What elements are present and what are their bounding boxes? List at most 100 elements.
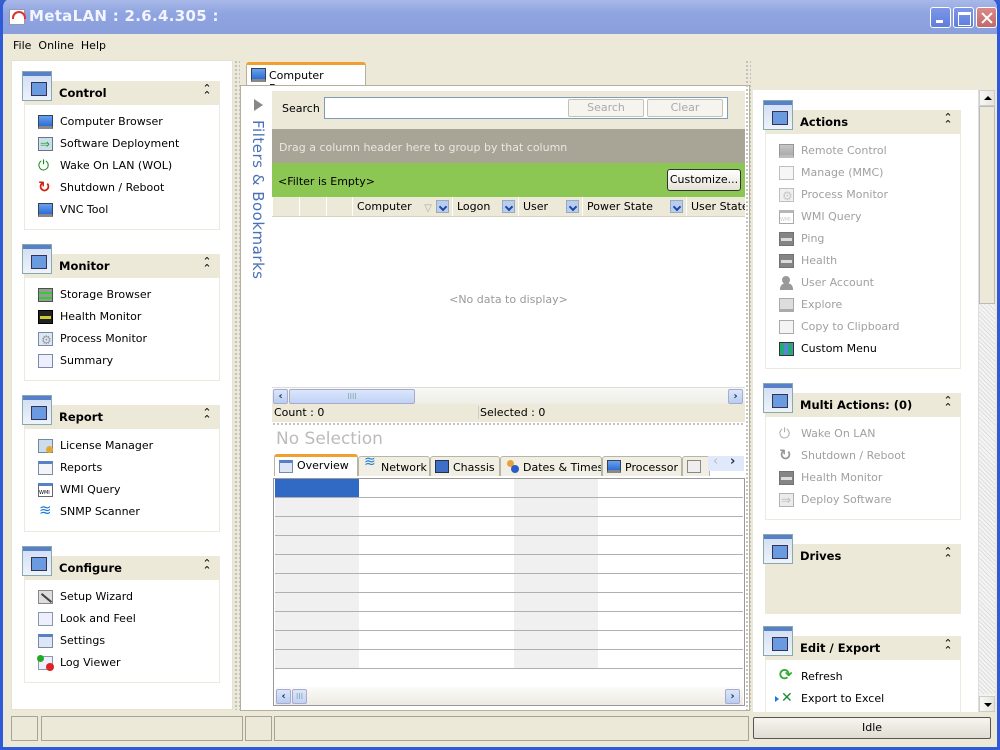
nav-wake-on-lan[interactable]: Wake On LAN (WOL) [25, 155, 219, 177]
nav-log-viewer[interactable]: Log Viewer [25, 652, 219, 674]
collapse-chevron-icon[interactable]: ⌃ ⌃ [943, 546, 953, 564]
menu-file[interactable]: File [3, 36, 36, 52]
filter-dropdown-icon[interactable] [436, 200, 449, 213]
scroll-left-button[interactable]: ‹ [276, 689, 291, 704]
horizontal-splitter[interactable] [272, 422, 745, 426]
property-key-cell[interactable] [514, 593, 598, 611]
header-cell[interactable] [299, 197, 326, 216]
group-header[interactable]: Multi Actions: (0) ⌃ ⌃ [763, 383, 961, 417]
nav-software-deployment[interactable]: Software Deployment [25, 133, 219, 155]
filters-bookmarks-bar[interactable]: Filters & Bookmarks [243, 88, 271, 708]
filter-dropdown-icon[interactable] [670, 200, 683, 213]
filter-text[interactable]: <Filter is Empty> [278, 175, 375, 188]
property-row[interactable] [275, 536, 743, 555]
group-header[interactable]: Monitor ⌃ ⌃ [22, 244, 220, 278]
action-user-account[interactable]: User Account [766, 272, 960, 294]
column-user[interactable]: User [518, 197, 582, 216]
property-key-cell[interactable] [275, 612, 359, 630]
property-key-cell[interactable] [514, 574, 598, 592]
property-key-cell[interactable] [514, 517, 598, 535]
nav-computer-browser[interactable]: Computer Browser [25, 111, 219, 133]
column-user-state[interactable]: User State [686, 197, 745, 216]
group-header[interactable]: Drives ⌃ ⌃ [763, 534, 961, 568]
scroll-track[interactable] [979, 304, 995, 694]
group-header[interactable]: Report ⌃ ⌃ [22, 395, 220, 429]
right-splitter[interactable] [745, 60, 751, 710]
property-key-cell[interactable] [514, 479, 598, 497]
scroll-down-button[interactable] [979, 696, 995, 712]
tab-more[interactable] [682, 456, 710, 476]
search-button[interactable]: Search [568, 99, 644, 117]
nav-summary[interactable]: Summary [25, 350, 219, 372]
menu-online[interactable]: Online [36, 36, 78, 52]
nav-process-monitor[interactable]: Process Monitor [25, 328, 219, 351]
menu-help[interactable]: Help [79, 36, 111, 52]
tab-network[interactable]: Network [358, 456, 430, 476]
scroll-right-button[interactable]: › [728, 389, 743, 404]
scroll-thumb[interactable]: IIII [289, 389, 415, 404]
tab-dates-times[interactable]: Dates & Times [500, 456, 602, 476]
tab-chassis[interactable]: Chassis [430, 456, 500, 476]
property-key-cell[interactable] [514, 631, 598, 649]
expand-arrow-icon[interactable] [254, 99, 263, 111]
minimize-button[interactable] [930, 7, 951, 28]
column-computer[interactable]: Computer ▽ [352, 197, 452, 216]
grid-horizontal-scrollbar[interactable]: ‹ IIII › [272, 387, 745, 404]
property-row[interactable] [275, 650, 743, 669]
group-header[interactable]: Control ⌃ ⌃ [22, 71, 220, 105]
tab-overview[interactable]: Overview [274, 454, 358, 476]
property-row[interactable] [275, 517, 743, 536]
property-key-cell[interactable] [514, 612, 598, 630]
group-by-area[interactable]: Drag a column header here to group by th… [272, 129, 745, 163]
scroll-right-button[interactable]: › [725, 689, 740, 704]
nav-setup-wizard[interactable]: Setup Wizard [25, 586, 219, 608]
action-ping[interactable]: Ping [766, 228, 960, 250]
nav-license-manager[interactable]: License Manager [25, 435, 219, 457]
property-row[interactable] [275, 498, 743, 517]
maximize-button[interactable] [953, 7, 974, 28]
group-header[interactable]: Actions ⌃ ⌃ [763, 100, 961, 134]
action-explore[interactable]: Explore [766, 294, 960, 316]
multi-wake-on-lan[interactable]: Wake On LAN [766, 423, 960, 445]
collapse-chevron-icon[interactable]: ⌃ ⌃ [943, 638, 953, 656]
multi-deploy-software[interactable]: Deploy Software [766, 489, 960, 511]
property-key-cell[interactable] [275, 593, 359, 611]
property-key-cell[interactable] [514, 536, 598, 554]
multi-health-monitor[interactable]: Health Monitor [766, 467, 960, 489]
collapse-chevron-icon[interactable]: ⌃ ⌃ [943, 112, 953, 130]
tab-computer-browser[interactable]: Computer Browser [246, 62, 366, 95]
right-pane-scrollbar[interactable] [978, 90, 995, 712]
tab-processor[interactable]: Processor [602, 456, 682, 476]
nav-vnc-tool[interactable]: VNC Tool [25, 199, 219, 221]
nav-settings[interactable]: Settings [25, 630, 219, 652]
column-logon[interactable]: Logon [452, 197, 518, 216]
header-cell[interactable] [272, 197, 299, 216]
property-key-cell[interactable] [275, 536, 359, 554]
scroll-thumb[interactable] [979, 106, 995, 304]
property-row[interactable] [275, 612, 743, 631]
property-key-cell[interactable] [514, 650, 598, 668]
nav-health-monitor[interactable]: Health Monitor [25, 306, 219, 328]
clear-button[interactable]: Clear [647, 99, 723, 117]
column-power-state[interactable]: Power State [582, 197, 686, 216]
collapse-chevron-icon[interactable]: ⌃ ⌃ [202, 558, 212, 576]
scroll-thumb[interactable]: III [292, 689, 307, 704]
property-key-cell[interactable] [275, 650, 359, 668]
close-button[interactable] [976, 7, 997, 28]
property-key-cell[interactable] [275, 479, 359, 497]
collapse-chevron-icon[interactable]: ⌃ ⌃ [202, 407, 212, 425]
scroll-up-button[interactable] [979, 90, 995, 106]
group-header[interactable]: Configure ⌃ ⌃ [22, 546, 220, 580]
property-key-cell[interactable] [275, 574, 359, 592]
nav-reports[interactable]: Reports [25, 457, 219, 479]
customize-button[interactable]: Customize... [667, 169, 741, 191]
filter-dropdown-icon[interactable] [566, 200, 579, 213]
action-custom-menu[interactable]: Custom Menu [766, 338, 960, 360]
collapse-chevron-icon[interactable]: ⌃ ⌃ [202, 83, 212, 101]
property-key-cell[interactable] [275, 631, 359, 649]
tab-scroll-buttons[interactable] [708, 454, 744, 471]
nav-look-and-feel[interactable]: Look and Feel [25, 608, 219, 630]
scroll-left-button[interactable]: ‹ [273, 389, 288, 404]
action-export-excel[interactable]: Export to Excel [766, 687, 960, 710]
group-header[interactable]: Edit / Export ⌃ ⌃ [763, 626, 961, 660]
